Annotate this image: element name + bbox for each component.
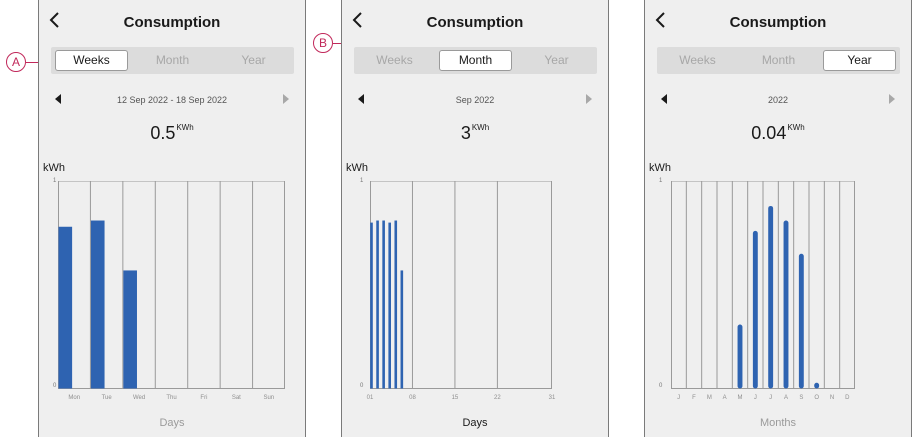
tab-weeks[interactable]: Weeks [661,50,734,71]
x-tick-label: S [799,395,804,401]
callout-a: A [6,52,26,72]
tab-year[interactable]: Year [217,50,290,71]
panel-month: Consumption Weeks Month Year Sep 2022 3K… [341,0,609,437]
y-axis-label: kWh [43,162,65,174]
x-axis-title: Days [159,417,185,429]
bar-mon-0 [58,226,73,389]
tab-year[interactable]: Year [823,50,896,71]
tab-month[interactable]: Month [136,50,209,71]
x-tick-label: A [722,395,727,401]
tab-month[interactable]: Month [439,50,512,71]
consumption-number: 0.5 [150,123,176,143]
bar-day-3 [382,220,385,389]
y-tick-top: 1 [659,178,663,184]
period-segmented-control: Weeks Month Year [657,47,900,74]
consumption-value: 0.5KWh [39,123,305,144]
y-tick-bottom: 0 [360,383,364,389]
stage: A B C Consumption Weeks Month Year 12 Se… [0,0,913,437]
x-tick-label: 15 [451,395,459,401]
x-tick-label: J [769,395,773,401]
x-tick-label: M [737,395,743,401]
panel-year: Consumption Weeks Month Year 2022 0.04KW… [644,0,912,437]
panel-weeks: Consumption Weeks Month Year 12 Sep 2022… [38,0,306,437]
tab-year[interactable]: Year [520,50,593,71]
x-tick-label: Mon [68,395,81,401]
y-tick-bottom: 0 [53,383,57,389]
y-tick-top: 1 [360,178,364,184]
period-segmented-control: Weeks Month Year [354,47,597,74]
bar-o-9 [814,382,820,389]
bar-day-2 [376,220,379,389]
x-tick-label: 22 [494,395,501,401]
tab-month[interactable]: Month [742,50,815,71]
x-tick-label: 31 [548,395,556,401]
period-label: 2022 [767,95,789,105]
consumption-number: 3 [460,123,471,143]
triangle-right-icon[interactable] [586,94,592,104]
bar-m-4 [737,324,743,389]
bar-day-5 [394,220,398,389]
yearly-chart [671,181,855,389]
x-tick-label: Tue [101,395,112,401]
x-tick-label: A [783,395,789,401]
yearly-chart-svg [671,181,855,389]
x-tick-label: O [814,395,819,401]
x-tick-label: J [753,395,757,401]
tab-weeks[interactable]: Weeks [55,50,128,71]
consumption-unit: KWh [471,123,490,132]
x-tick-label: Wed [132,395,146,401]
x-tick-label: Sun [263,395,275,401]
x-tick-label: M [706,395,712,401]
consumption-value: 0.04KWh [645,123,911,144]
page-title: Consumption [123,14,221,31]
triangle-left-icon[interactable] [358,94,364,104]
x-tick-label: Thu [166,395,177,401]
callout-b: B [313,33,333,53]
x-tick-label: 08 [409,395,416,401]
bar-tue-1 [90,220,105,389]
bar-wed-2 [123,270,137,389]
triangle-left-icon[interactable] [55,94,61,104]
y-tick-top: 1 [53,178,57,184]
triangle-right-icon[interactable] [283,94,289,104]
tab-weeks[interactable]: Weeks [358,50,431,71]
weekly-chart-svg [58,181,285,389]
x-axis-title: Days [462,417,488,429]
x-tick-label: D [845,395,850,401]
bar-j-6 [768,205,774,389]
x-tick-label: 01 [366,395,374,401]
consumption-unit: KWh [176,123,194,132]
x-tick-label: Sat [231,395,241,401]
x-tick-label: Fri [200,395,208,401]
y-axis-label: kWh [649,162,671,174]
x-axis-title: Months [759,417,797,429]
period-label: 12 Sep 2022 - 18 Sep 2022 [116,95,228,105]
consumption-unit: KWh [787,123,805,132]
weekly-chart [58,181,285,389]
monthly-chart [370,181,552,389]
x-tick-label: F [692,395,696,401]
bar-s-8 [798,253,804,389]
x-tick-label: N [829,395,835,401]
consumption-value: 3KWh [342,123,608,144]
bar-day-6 [400,270,404,389]
yearly-x-labels: JFMAMJJASOND [671,395,855,405]
triangle-left-icon[interactable] [661,94,667,104]
page-title: Consumption [426,14,524,31]
bar-day-1 [370,222,373,389]
page-title: Consumption [729,14,827,31]
triangle-right-icon[interactable] [889,94,895,104]
y-tick-bottom: 0 [659,383,663,389]
bar-j-5 [752,230,758,389]
weekly-x-labels: Mon Tue Wed Thu Fri Sat Sun [58,395,285,405]
x-tick-label: J [677,395,681,401]
period-label: Sep 2022 [455,95,495,105]
monthly-chart-svg [370,181,552,389]
bar-a-7 [783,220,789,389]
period-segmented-control: Weeks Month Year [51,47,294,74]
bar-day-4 [388,222,391,389]
consumption-number: 0.04 [751,123,787,143]
y-axis-label: kWh [346,162,368,174]
monthly-x-labels: 01 08 15 22 31 [366,395,556,405]
